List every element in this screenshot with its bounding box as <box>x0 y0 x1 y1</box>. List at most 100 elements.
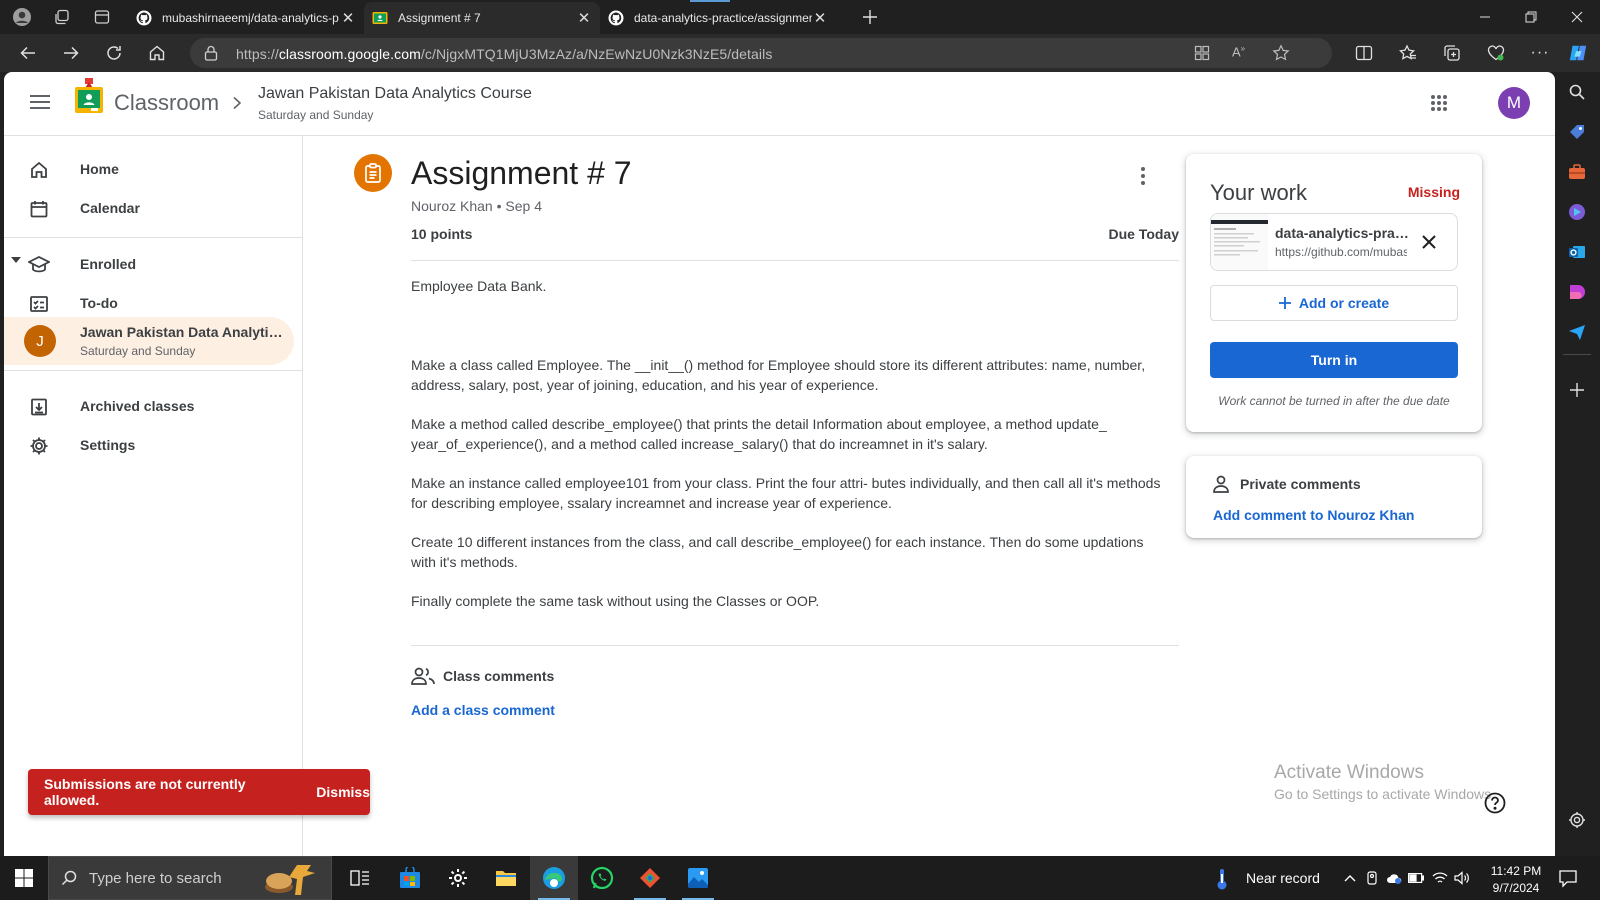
assignment-author-date: Nouroz Khan • Sep 4 <box>411 198 542 214</box>
show-hidden-icons-icon[interactable] <box>1342 870 1358 886</box>
your-work-title: Your work <box>1210 180 1308 205</box>
back-icon[interactable] <box>18 43 38 63</box>
browser-essentials-icon[interactable] <box>1486 43 1506 63</box>
forward-icon[interactable] <box>61 43 81 63</box>
shopping-tag-icon[interactable] <box>1567 122 1587 142</box>
activate-windows-title: Activate Windows <box>1274 762 1424 783</box>
turn-in-button[interactable]: Turn in <box>1210 342 1458 378</box>
onedrive-icon[interactable] <box>1386 870 1402 886</box>
address-bar[interactable]: https://classroom.google.com/c/NjgxMTQ1M… <box>190 38 1332 68</box>
thermometer-icon[interactable] <box>1215 868 1229 890</box>
your-work-card: Your work Missing data-analytics-practic… <box>1186 154 1482 432</box>
private-comments-card: Private comments Add comment to Nouroz K… <box>1186 456 1482 538</box>
settings-icon[interactable] <box>434 856 482 900</box>
refresh-icon[interactable] <box>104 43 124 63</box>
file-explorer-icon[interactable] <box>482 856 530 900</box>
minimize-icon[interactable] <box>1462 0 1508 34</box>
collections-icon[interactable] <box>1442 43 1462 63</box>
sidebar-settings-icon[interactable] <box>1567 810 1587 830</box>
attachment-card[interactable]: data-analytics-practice https://github.c… <box>1210 213 1458 271</box>
clock-date[interactable]: 9/7/2024 <box>1490 881 1542 895</box>
more-options-icon[interactable] <box>1133 164 1153 188</box>
classroom-page: Classroom Jawan Pakistan Data Analytics … <box>4 72 1555 856</box>
task-view-icon[interactable] <box>336 856 384 900</box>
people-icon <box>411 667 435 685</box>
error-snackbar: Submissions are not currently allowed. D… <box>28 769 370 815</box>
microsoft-store-icon[interactable] <box>386 856 434 900</box>
app-available-icon[interactable] <box>1194 45 1210 61</box>
sidebar-item-home[interactable]: Home <box>4 149 294 189</box>
split-screen-icon[interactable] <box>1354 43 1374 63</box>
workspaces-icon[interactable] <box>52 7 72 27</box>
divider <box>411 645 1179 646</box>
weather-text[interactable]: Near record <box>1246 870 1320 886</box>
tab-close-icon[interactable]: ✕ <box>576 9 592 27</box>
class-subtitle: Saturday and Sunday <box>80 344 196 358</box>
clock-time[interactable]: 11:42 PM <box>1490 864 1542 878</box>
private-comments-header: Private comments <box>1212 475 1361 493</box>
help-icon[interactable] <box>1484 792 1506 814</box>
send-icon[interactable] <box>1567 322 1587 342</box>
tab-github-2[interactable]: data-analytics-practice/assignmer ✕ <box>600 2 836 34</box>
breadcrumb-course-title[interactable]: Jawan Pakistan Data Analytics Course <box>258 85 532 103</box>
class-comments-header: Class comments <box>411 665 554 687</box>
tab-close-icon[interactable]: ✕ <box>812 9 828 27</box>
sidebar-item-settings[interactable]: Settings <box>4 425 294 465</box>
home-icon <box>28 159 50 181</box>
whatsapp-icon[interactable] <box>578 856 626 900</box>
wifi-icon[interactable] <box>1432 870 1448 886</box>
description-paragraph: Make an instance called employee101 from… <box>411 475 1161 511</box>
tab-title: data-analytics-practice/assignmer <box>634 11 812 25</box>
assignment-points: 10 points <box>411 226 473 242</box>
sidebar-item-archived[interactable]: Archived classes <box>4 386 294 426</box>
games-icon[interactable] <box>1567 202 1587 222</box>
new-tab-icon[interactable] <box>860 7 880 27</box>
git-kraken-icon[interactable] <box>626 856 674 900</box>
notifications-icon[interactable] <box>1558 868 1578 888</box>
sidebar-divider <box>1563 354 1591 355</box>
photos-icon[interactable] <box>674 856 722 900</box>
more-menu-icon[interactable]: ··· <box>1530 43 1550 63</box>
app-name[interactable]: Classroom <box>114 90 219 116</box>
favorite-star-icon[interactable] <box>1272 44 1290 62</box>
edge-taskbar-icon[interactable] <box>530 856 578 900</box>
profile-icon[interactable] <box>12 7 32 27</box>
close-window-icon[interactable] <box>1554 0 1600 34</box>
lock-icon[interactable] <box>204 45 218 61</box>
account-avatar[interactable]: M <box>1498 87 1530 119</box>
sidebar-item-class[interactable]: J Jawan Pakistan Data Analytics Course S… <box>4 317 294 365</box>
tab-actions-icon[interactable] <box>92 7 112 27</box>
copilot-icon[interactable] <box>1568 43 1588 63</box>
main-menu-icon[interactable] <box>30 94 50 110</box>
attachment-url: https://github.com/mubashirnaeemj <box>1275 245 1407 259</box>
dismiss-button[interactable]: Dismiss <box>316 784 370 800</box>
remove-attachment-icon[interactable] <box>1417 230 1441 254</box>
windows-start-icon[interactable] <box>15 869 33 887</box>
classroom-logo-icon[interactable] <box>74 78 104 116</box>
sidebar-item-enrolled[interactable]: Enrolled <box>4 244 294 284</box>
home-icon[interactable] <box>147 43 167 63</box>
tools-briefcase-icon[interactable] <box>1567 162 1587 182</box>
outlook-icon[interactable] <box>1567 242 1587 262</box>
activate-windows-subtitle: Go to Settings to activate Windows. <box>1274 786 1495 802</box>
tab-assignment[interactable]: Assignment # 7 ✕ <box>364 2 600 34</box>
volume-icon[interactable] <box>1454 870 1470 886</box>
browser-toolbar: https://classroom.google.com/c/NjgxMTQ1M… <box>0 34 1600 72</box>
battery-icon[interactable] <box>1408 870 1424 886</box>
read-aloud-icon[interactable]: A» <box>1232 44 1245 59</box>
add-class-comment-link[interactable]: Add a class comment <box>411 702 555 718</box>
taskbar-search-box[interactable]: Type here to search <box>48 856 332 900</box>
tab-github-1[interactable]: mubashirnaeemj/data-analytics-p ✕ <box>128 2 364 34</box>
search-icon[interactable] <box>1567 82 1587 102</box>
sidebar-item-calendar[interactable]: Calendar <box>4 188 294 228</box>
add-private-comment-link[interactable]: Add comment to Nouroz Khan <box>1213 507 1414 523</box>
todo-icon <box>28 293 50 315</box>
restore-icon[interactable] <box>1508 0 1554 34</box>
add-or-create-button[interactable]: Add or create <box>1210 285 1458 321</box>
google-apps-icon[interactable] <box>1430 94 1448 112</box>
designer-icon[interactable] <box>1567 282 1587 302</box>
meet-now-icon[interactable] <box>1364 870 1380 886</box>
tab-close-icon[interactable]: ✕ <box>340 9 356 27</box>
favorites-icon[interactable] <box>1398 43 1418 63</box>
add-sidebar-app-icon[interactable] <box>1567 380 1587 400</box>
